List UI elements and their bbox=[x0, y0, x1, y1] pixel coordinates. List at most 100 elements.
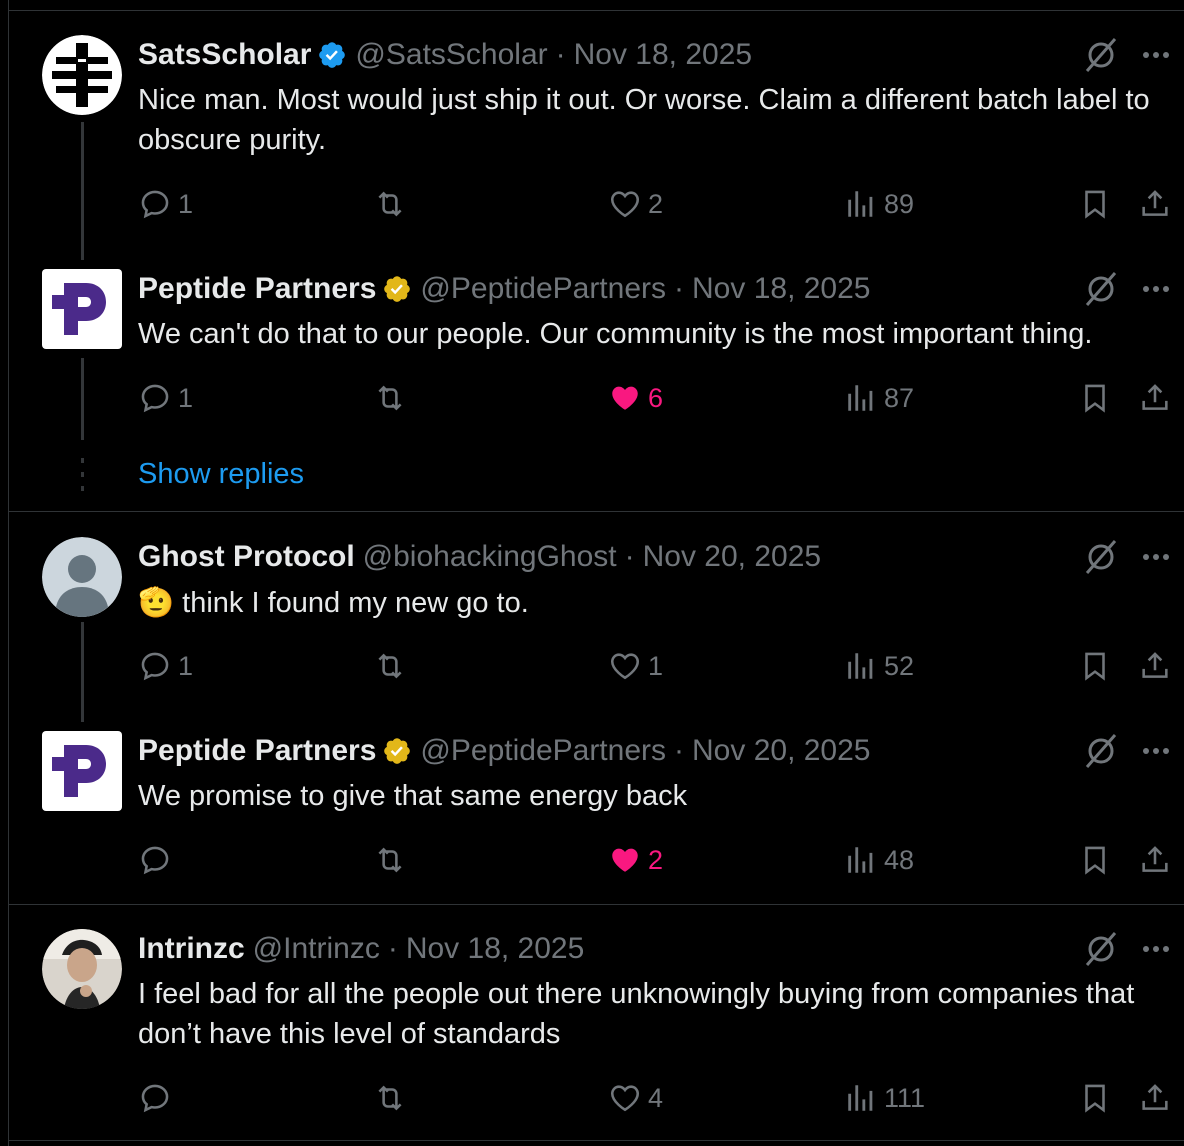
like-button[interactable]: 1 bbox=[608, 644, 663, 688]
grok-icon[interactable] bbox=[1084, 271, 1118, 312]
timestamp[interactable]: Nov 20, 2025 bbox=[643, 540, 821, 574]
divider bbox=[8, 511, 1184, 512]
bookmark-icon bbox=[1085, 1084, 1105, 1113]
retweet-button[interactable] bbox=[372, 182, 408, 226]
retweet-button[interactable] bbox=[372, 1076, 408, 1120]
peptide-partners-logo-icon bbox=[42, 269, 122, 349]
verified-badge-icon[interactable] bbox=[382, 736, 412, 766]
grok-icon[interactable] bbox=[1084, 931, 1118, 972]
timestamp[interactable]: Nov 20, 2025 bbox=[692, 734, 870, 768]
reply-count: 1 bbox=[178, 382, 194, 413]
tweet-actions: 1 6 87 bbox=[138, 376, 1178, 420]
display-name[interactable]: Peptide Partners bbox=[138, 272, 376, 306]
tweet-text: We promise to give that same energy back bbox=[138, 780, 688, 812]
handle[interactable]: @PeptidePartners bbox=[420, 734, 666, 768]
tweet-text: I feel bad for all the people out there … bbox=[138, 978, 1135, 1050]
reply-icon bbox=[141, 1084, 169, 1113]
separator: · bbox=[624, 540, 635, 573]
avatar[interactable] bbox=[42, 731, 122, 811]
handle[interactable]: @Intrinzc bbox=[253, 932, 380, 966]
verified-badge-icon[interactable] bbox=[382, 274, 412, 304]
reply-icon bbox=[141, 190, 169, 219]
reply-button[interactable]: 1 bbox=[138, 182, 193, 226]
profile-photo-icon bbox=[42, 929, 122, 1009]
grok-icon[interactable] bbox=[1084, 539, 1118, 580]
views-button[interactable]: 48 bbox=[844, 838, 914, 882]
display-name[interactable]: SatsScholar bbox=[138, 38, 311, 72]
like-count: 2 bbox=[648, 844, 664, 875]
tweet-header: Intrinzc @Intrinzc · Nov 18, 2025 bbox=[138, 929, 584, 969]
like-button[interactable]: 6 bbox=[608, 376, 663, 420]
like-button[interactable]: 4 bbox=[608, 1076, 663, 1120]
share-button[interactable] bbox=[1138, 838, 1172, 882]
like-button[interactable]: 2 bbox=[608, 838, 663, 882]
retweet-button[interactable] bbox=[372, 644, 408, 688]
share-button[interactable] bbox=[1138, 1076, 1172, 1120]
views-button[interactable]: 52 bbox=[844, 644, 914, 688]
share-button[interactable] bbox=[1138, 644, 1172, 688]
tweet-header: Peptide Partners @PeptidePartners · Nov … bbox=[138, 269, 870, 309]
display-name[interactable]: Ghost Protocol bbox=[138, 540, 355, 574]
share-button[interactable] bbox=[1138, 376, 1172, 420]
grok-icon[interactable] bbox=[1084, 37, 1118, 78]
divider bbox=[8, 904, 1184, 905]
grok-icon[interactable] bbox=[1084, 733, 1118, 774]
bookmark-button[interactable] bbox=[1078, 644, 1112, 688]
like-button[interactable]: 2 bbox=[608, 182, 663, 226]
timestamp[interactable]: Nov 18, 2025 bbox=[692, 272, 870, 306]
retweet-icon bbox=[378, 191, 402, 217]
bookmark-icon bbox=[1085, 384, 1105, 413]
reply-count: 1 bbox=[178, 188, 194, 219]
bookmark-button[interactable] bbox=[1078, 182, 1112, 226]
timeline-left-border bbox=[8, 0, 9, 1146]
avatar[interactable] bbox=[42, 929, 122, 1009]
views-button[interactable]: 111 bbox=[844, 1076, 925, 1120]
handle[interactable]: @SatsScholar bbox=[355, 38, 547, 72]
divider bbox=[8, 1140, 1184, 1141]
bookmark-icon bbox=[1085, 846, 1105, 875]
reply-count: 1 bbox=[178, 650, 194, 681]
views-icon bbox=[848, 191, 873, 217]
views-icon bbox=[848, 653, 873, 679]
reply-icon bbox=[141, 652, 169, 681]
views-button[interactable]: 89 bbox=[844, 182, 914, 226]
reply-button[interactable] bbox=[138, 1076, 178, 1120]
timestamp[interactable]: Nov 18, 2025 bbox=[574, 38, 752, 72]
bookmark-button[interactable] bbox=[1078, 838, 1112, 882]
thread-connector bbox=[81, 358, 84, 440]
separator: · bbox=[387, 932, 398, 965]
retweet-button[interactable] bbox=[372, 838, 408, 882]
view-count: 111 bbox=[884, 1082, 926, 1113]
share-button[interactable] bbox=[1138, 182, 1172, 226]
timestamp[interactable]: Nov 18, 2025 bbox=[406, 932, 584, 966]
reply-button[interactable]: 1 bbox=[138, 644, 193, 688]
separator: · bbox=[674, 734, 685, 767]
views-button[interactable]: 87 bbox=[844, 376, 914, 420]
display-name[interactable]: Intrinzc bbox=[138, 932, 245, 966]
separator: · bbox=[674, 272, 685, 305]
avatar[interactable] bbox=[42, 35, 122, 115]
handle[interactable]: @PeptidePartners bbox=[420, 272, 666, 306]
more-icon[interactable] bbox=[1136, 269, 1176, 309]
retweet-button[interactable] bbox=[372, 376, 408, 420]
reply-button[interactable]: 1 bbox=[138, 376, 193, 420]
avatar[interactable] bbox=[42, 269, 122, 349]
display-name[interactable]: Peptide Partners bbox=[138, 734, 376, 768]
bookmark-button[interactable] bbox=[1078, 1076, 1112, 1120]
bookmark-button[interactable] bbox=[1078, 376, 1112, 420]
verified-badge-icon[interactable] bbox=[317, 40, 347, 70]
reply-button[interactable] bbox=[138, 838, 178, 882]
show-replies-link[interactable]: Show replies bbox=[138, 458, 304, 491]
handle[interactable]: @biohackingGhost bbox=[363, 540, 617, 574]
more-icon[interactable] bbox=[1136, 929, 1176, 969]
tweet-header: Peptide Partners @PeptidePartners · Nov … bbox=[138, 731, 870, 771]
more-icon[interactable] bbox=[1136, 35, 1176, 75]
share-icon bbox=[1142, 1084, 1168, 1110]
satsscholar-logo-icon bbox=[42, 35, 122, 115]
share-icon bbox=[1142, 384, 1168, 410]
more-icon[interactable] bbox=[1136, 731, 1176, 771]
avatar[interactable] bbox=[42, 537, 122, 617]
more-icon[interactable] bbox=[1136, 537, 1176, 577]
thread-connector bbox=[81, 122, 84, 260]
like-count: 4 bbox=[648, 1082, 664, 1113]
